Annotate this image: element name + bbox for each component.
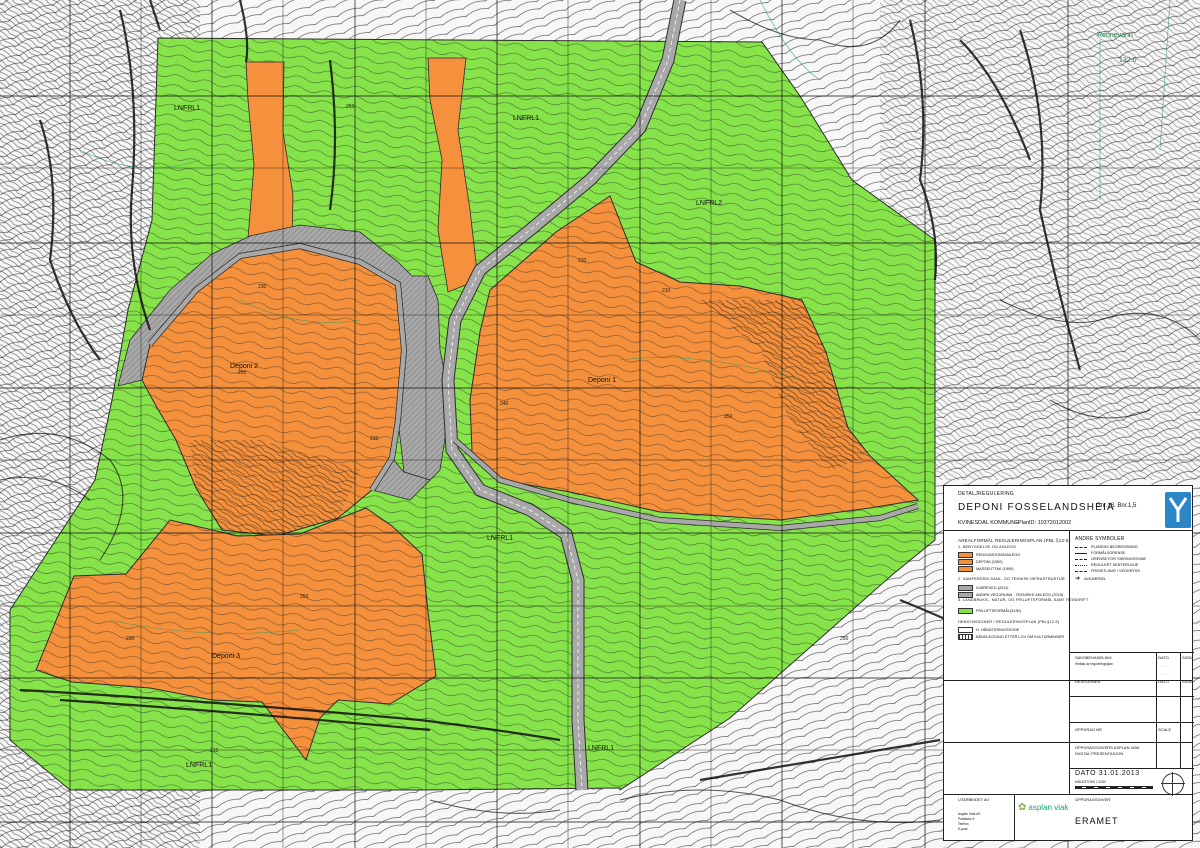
client-name: ERAMET [1075,816,1119,826]
utarbeidet-av-label: UTARBEIDET AV: [958,797,990,802]
plan-title: DEPONI FOSSELANDSHEIA [958,502,1115,513]
legend-item: RENOVASJONSANLEGG [958,552,1020,558]
legend-item: DEPONI (1550) [958,559,1003,565]
legend-section-3: 5. LANDBRUKS-, NATUR- OG FRILUFTSFORMÅL … [958,598,1089,602]
legend-swatch [958,627,973,633]
firm-line-1: OPPDRAGSGIVERS ASPLAN VIAK [1075,745,1140,750]
contour-number: 250 [840,636,849,642]
line-symbol-icon [1075,564,1087,566]
contour-number: 240 [500,401,509,407]
symbol-item: GRENSE FOR SIKRINGSSONE [1075,557,1146,561]
north-arrow-icon [1161,772,1185,796]
legend-swatch [958,559,973,565]
rev-dato-header: DATO [1158,679,1169,684]
plan-date: DATO 31.01.2013 [1075,770,1140,777]
revisjoner-label: REVISJONER [1075,679,1101,684]
plan-id: PlanID: 10372012002 [1018,520,1072,526]
contour-number: 230 [126,636,135,642]
firm-line-2: DIGITAL PRESENTASJON [1075,751,1124,756]
legend-swatch [958,585,973,591]
deponi-2-label: Deponi 2 [230,363,258,370]
contour-number: 250 [724,414,733,420]
contour-number: 250 [300,594,309,600]
legend-section-4: HENSYNSSONER I REGULERINGSPLAN (PBL§12-6… [958,620,1060,624]
legend-section-2: 2. SAMFERDSELSANL. OG TEKNISK INFRASTRUK… [958,577,1065,581]
oppdrag-nr-label: OPPDRAG NR [1075,727,1102,732]
symbol-item: REGULERT SENTERLINJE [1075,563,1138,567]
address-line: Asplan Viak AS [958,812,981,816]
legend-heading: AREALFORMÅL REGULERINGSPLAN (PBL §12-5) [958,538,1071,543]
title-block: DETALJREGULERING DEPONI FOSSELANDSHEIA G… [943,485,1194,841]
contour-number: 250 [238,370,247,376]
plan-gnr: Gnr.18, Bnr.1,5 [1096,503,1137,509]
contour-number: 210 [370,436,379,442]
zone-label-lnfrl1-a: LNFRL1 [174,105,200,112]
sign-header: SIGN [1182,655,1192,660]
legend-swatch [958,634,973,640]
symbol-item: FORMÅLSGRENSE [1075,551,1125,555]
municipality: KVINESDAL KOMMUNE [958,520,1019,526]
zone-label-lnfrl2: LNFRL2 [696,200,722,207]
map-viewport[interactable]: LNFRL1 LNFRL1 LNFRL2 LNFRL1 LNFRL1 LNFRL… [0,0,1200,848]
zone-label-lnfrl1-d: LNFRL1 [588,745,614,752]
symbol-item: PLANENS BEGRENSNING [1075,545,1138,549]
saksbehandling-sub: Vedtak av reguleringsplan [1075,662,1113,666]
scale-text: MÅLESTOKK 1:1000 [1075,780,1107,784]
symbol-item: ➜ AVKJØRSEL [1075,576,1107,582]
line-symbol-icon [1075,546,1087,548]
contour-number: 210 [662,288,671,294]
legend-item: FRILUFTSFORMÅL(5130) [958,608,1021,614]
deponi-3-label: Deponi 3 [212,653,240,660]
contour-number: 215 [210,748,219,754]
legend-item: BÅNDLEGGING ETTER LOV OM KULTURMINNER [958,634,1064,640]
line-symbol-icon [1075,570,1087,572]
deponi-1-label: Deponi 1 [588,377,616,384]
address-line: Telefon [958,822,969,826]
dato-header: DATO [1158,655,1169,660]
legend-item: MASSEUTTAK (1590) [958,566,1014,572]
legend-item: KJØREVEG (2011) [958,585,1008,591]
rev-sign-header: SIGN [1182,679,1192,684]
contour-number: 230 [258,284,267,290]
legend-swatch [958,566,973,572]
plan-kind: DETALJREGULERING [958,491,1015,497]
legend-swatch [958,608,973,614]
contour-number: 253 [346,104,355,110]
legend-swatch [958,552,973,558]
leaf-icon: ✿ [1018,802,1027,813]
zone-label-lnfrl1-b: LNFRL1 [513,115,539,122]
lake-name-label: Rennevann [1097,32,1133,39]
contour-number: 230 [578,258,587,264]
address-line: E-post [958,827,968,831]
symbol-item: FRISIKTLINJE I VEGKRYSS [1075,569,1140,573]
symbols-heading: ANDRE SYMBOLER [1075,536,1125,542]
lake-elevation-label: 132.0 [1119,57,1137,64]
asplan-viak-logo: ✿ asplan viak [1018,802,1069,813]
oppdragsgiver-label: OPPDRAGSGIVER: [1075,797,1112,802]
address-line: Postboks 9 [958,817,975,821]
line-symbol-icon [1075,558,1087,560]
zone-label-lnfrl1-c: LNFRL1 [487,535,513,542]
legend-item: H. HÅNDTERINGSSONE [958,627,1019,633]
scale-label: SCALE [1158,727,1172,732]
municipality-logo-icon [1165,492,1191,528]
zone-label-lnfrl1-e: LNFRL1 [186,762,212,769]
line-symbol-icon [1075,552,1087,554]
arrow-icon: ➜ [1075,576,1081,582]
saksbehandling-label: SAKSBEHANDLING [1075,655,1112,660]
legend-section-1: 1. BEBYGGELSE OG ANLEGG [958,545,1017,549]
scale-bar [1075,786,1153,789]
